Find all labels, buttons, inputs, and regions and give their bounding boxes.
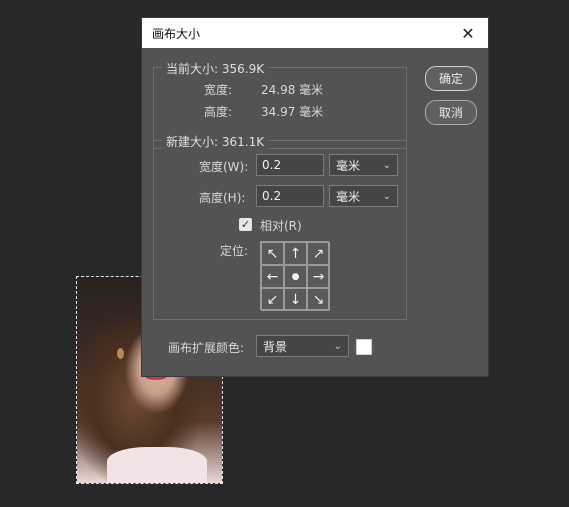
current-height-label: 高度:: [204, 105, 233, 119]
height-unit-select[interactable]: 毫米 ⌄: [329, 185, 398, 207]
canvas-size-dialog: 画布大小 ✕ 当前大小: 356.9K 宽度: 24.98 毫米 高度: 34.…: [141, 17, 489, 377]
cancel-button[interactable]: 取消: [425, 100, 477, 125]
current-size-legend: 当前大小: 356.9K: [162, 60, 269, 77]
earring: [117, 348, 124, 359]
chevron-down-icon: ⌄: [382, 190, 391, 202]
anchor-right[interactable]: →: [307, 265, 330, 288]
anchor-bottom[interactable]: ↓: [284, 288, 307, 311]
width-unit-value: 毫米: [336, 158, 361, 173]
extension-color-select[interactable]: 背景 ⌄: [256, 335, 349, 357]
height-unit-value: 毫米: [336, 189, 361, 204]
anchor-bottom-left[interactable]: ↙: [261, 288, 284, 311]
new-width-label: 宽度(W):: [199, 160, 249, 174]
relative-label[interactable]: 相对(R): [260, 217, 302, 234]
dress: [107, 447, 207, 483]
dialog-titlebar[interactable]: 画布大小 ✕: [142, 18, 488, 48]
anchor-label: 定位:: [220, 244, 249, 258]
anchor-top-left[interactable]: ↖: [261, 242, 284, 265]
height-field[interactable]: [256, 185, 324, 207]
anchor-left[interactable]: ←: [261, 265, 284, 288]
anchor-top-right[interactable]: ↗: [307, 242, 330, 265]
close-icon[interactable]: ✕: [458, 23, 478, 43]
chevron-down-icon: ⌄: [333, 340, 342, 352]
extension-color-swatch[interactable]: [356, 339, 372, 355]
chevron-down-icon: ⌄: [382, 159, 391, 171]
anchor-center[interactable]: ●: [284, 265, 307, 288]
width-field[interactable]: [256, 154, 324, 176]
dialog-title: 画布大小: [152, 26, 201, 41]
anchor-bottom-right[interactable]: ↘: [307, 288, 330, 311]
extension-color-label: 画布扩展颜色:: [168, 341, 245, 355]
current-width-label: 宽度:: [204, 83, 233, 97]
current-height-value: 34.97 毫米: [261, 105, 324, 119]
width-unit-select[interactable]: 毫米 ⌄: [329, 154, 398, 176]
extension-color-value: 背景: [263, 339, 288, 354]
anchor-grid: ↖ ↑ ↗ ← ● → ↙ ↓ ↘: [260, 241, 330, 311]
new-size-legend: 新建大小: 361.1K: [162, 133, 269, 150]
ok-button[interactable]: 确定: [425, 66, 477, 91]
current-width-value: 24.98 毫米: [261, 83, 324, 97]
anchor-top[interactable]: ↑: [284, 242, 307, 265]
new-height-label: 高度(H):: [199, 191, 246, 205]
relative-checkbox[interactable]: ✓: [239, 218, 252, 231]
